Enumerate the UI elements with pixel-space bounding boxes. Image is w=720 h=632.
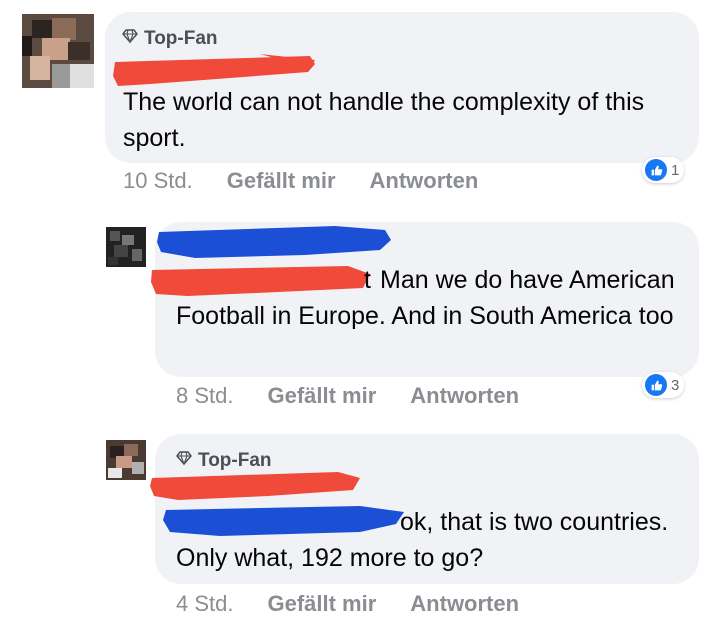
like-button[interactable]: Gefällt mir bbox=[267, 383, 376, 409]
thumbs-up-icon bbox=[645, 159, 667, 181]
comment-text-body: Man we do have American Football in Euro… bbox=[176, 266, 675, 330]
comment-actions: 4 Std. Gefällt mir Antworten bbox=[176, 591, 519, 617]
redacted-author-name bbox=[157, 226, 391, 258]
like-button[interactable]: Gefällt mir bbox=[227, 168, 336, 194]
avatar[interactable] bbox=[22, 14, 94, 88]
like-button[interactable]: Gefällt mir bbox=[267, 591, 376, 617]
avatar[interactable] bbox=[106, 227, 146, 267]
reply-button[interactable]: Antworten bbox=[410, 383, 519, 409]
diamond-icon bbox=[122, 28, 138, 50]
avatar[interactable] bbox=[106, 440, 146, 480]
reaction-count[interactable]: 3 bbox=[642, 372, 685, 398]
redacted-author-name bbox=[150, 472, 360, 500]
comment-text: The world can not handle the complexity … bbox=[123, 88, 645, 152]
comment-time[interactable]: 10 Std. bbox=[123, 168, 193, 194]
comment-text: Man we do have American Football in Euro… bbox=[176, 262, 676, 334]
badge-label: Top-Fan bbox=[144, 28, 218, 49]
comment-text: ok, that is two countries. Only what, 19… bbox=[176, 508, 669, 572]
comment-actions: 10 Std. Gefällt mir Antworten bbox=[123, 168, 478, 194]
reaction-count-value: 1 bbox=[671, 161, 680, 179]
reaction-count[interactable]: 1 bbox=[642, 157, 685, 183]
reply-button[interactable]: Antworten bbox=[370, 168, 479, 194]
comment-actions: 8 Std. Gefällt mir Antworten bbox=[176, 383, 519, 409]
comment-time[interactable]: 4 Std. bbox=[176, 591, 233, 617]
reaction-count-value: 3 bbox=[671, 376, 680, 394]
reply-button[interactable]: Antworten bbox=[410, 591, 519, 617]
comment-time[interactable]: 8 Std. bbox=[176, 383, 233, 409]
top-fan-badge: Top-Fan bbox=[122, 28, 218, 50]
thumbs-up-icon bbox=[645, 374, 667, 396]
